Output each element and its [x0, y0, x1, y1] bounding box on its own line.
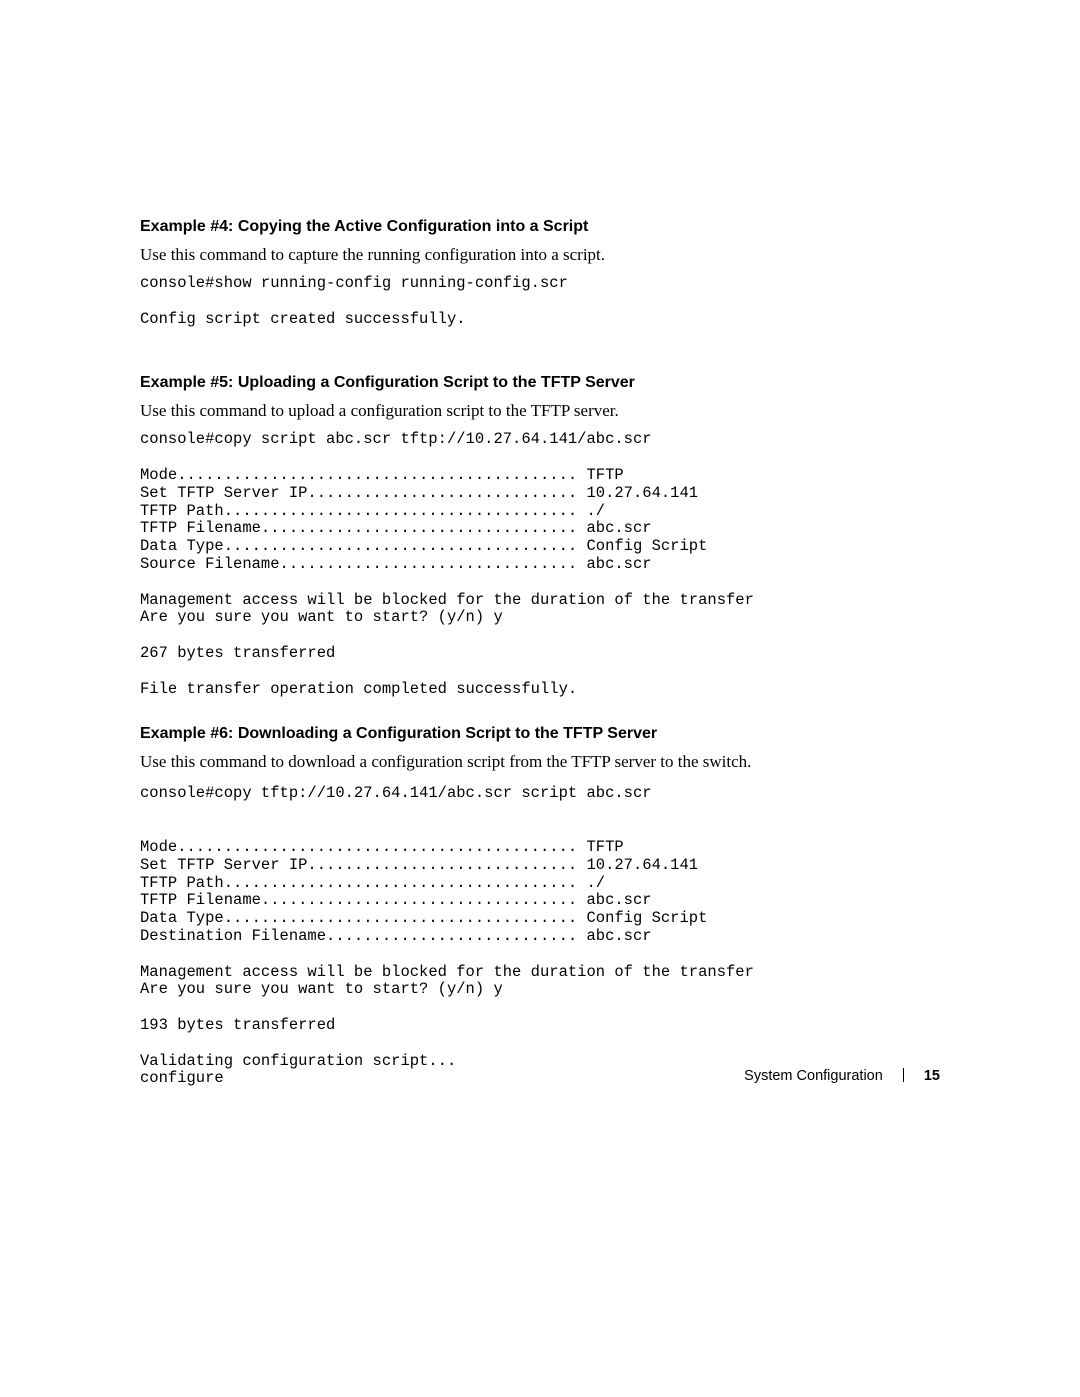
body-example-6: Use this command to download a configura…: [140, 751, 940, 774]
heading-example-4: Example #4: Copying the Active Configura…: [140, 218, 940, 236]
footer-separator: [903, 1068, 904, 1082]
code-example-5: console#copy script abc.scr tftp://10.27…: [140, 431, 940, 698]
page: Example #4: Copying the Active Configura…: [0, 0, 1080, 1397]
code-example-6: console#copy tftp://10.27.64.141/abc.scr…: [140, 785, 940, 1088]
page-content: Example #4: Copying the Active Configura…: [140, 218, 940, 1088]
heading-example-5: Example #5: Uploading a Configuration Sc…: [140, 374, 940, 392]
footer-page-number: 15: [924, 1068, 940, 1084]
page-footer: System Configuration 15: [0, 1068, 1080, 1084]
body-example-5: Use this command to upload a configurati…: [140, 400, 940, 423]
code-example-4: console#show running-config running-conf…: [140, 275, 940, 328]
footer-section-title: System Configuration: [744, 1068, 883, 1084]
body-example-4: Use this command to capture the running …: [140, 244, 940, 267]
heading-example-6: Example #6: Downloading a Configuration …: [140, 725, 940, 743]
